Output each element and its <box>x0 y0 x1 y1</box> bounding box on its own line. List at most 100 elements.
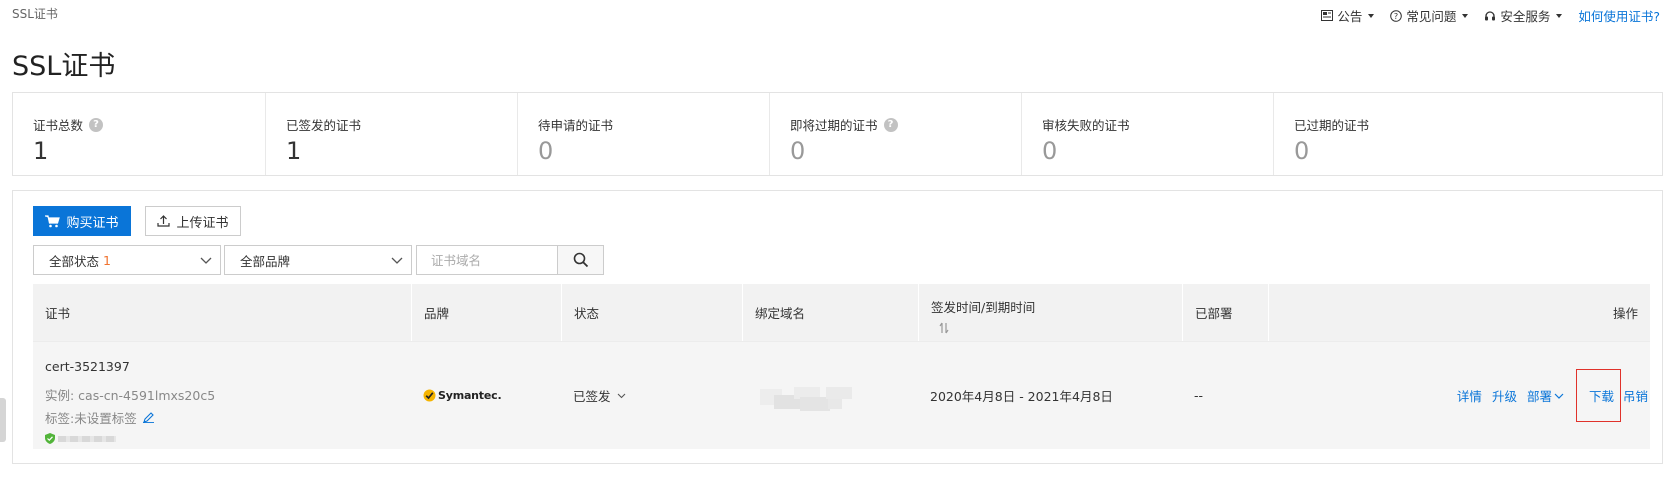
stat-label-text: 证书总数 <box>33 118 84 133</box>
table-header: 证书 品牌 状态 绑定域名 签发时间/到期时间 已部署 操作 <box>33 284 1650 341</box>
col-actions: 操作 <box>1268 284 1650 341</box>
edit-icon[interactable] <box>142 412 154 423</box>
chevron-down-icon <box>1462 13 1469 18</box>
stat-label: 证书总数 ? <box>33 115 265 134</box>
page-title: SSL证书 <box>12 51 116 82</box>
stat-label: 即将过期的证书 ? <box>790 115 1021 134</box>
brand-cell: Symantec. <box>411 342 561 449</box>
stat-value[interactable]: 0 <box>538 137 769 165</box>
search-icon <box>573 252 589 268</box>
deploy-label: 部署 <box>1526 389 1552 404</box>
brand-logo: Symantec. <box>423 389 502 402</box>
breadcrumb: SSL证书 <box>12 7 58 21</box>
cert-name: cert-3521397 <box>45 359 130 374</box>
svg-text:?: ? <box>1394 12 1398 21</box>
certificate-panel: 购买证书 上传证书 全部状态 1 全部品牌 证书 品牌 状态 绑定域名 签 <box>12 190 1663 464</box>
actions-cell: 详情 升级 部署 下载 吊销 <box>1268 342 1650 449</box>
status-dropdown[interactable]: 已签发 <box>573 386 626 405</box>
security-menu[interactable]: 安全服务 <box>1484 6 1563 25</box>
blurred-domain <box>754 381 854 411</box>
top-links: 公告 ? 常见问题 安全服务 如何使用证书? <box>1321 6 1660 25</box>
stat-label: 待申请的证书 <box>538 115 769 134</box>
chevron-down-icon <box>1554 392 1564 400</box>
stat-expired: 已过期的证书 0 <box>1273 93 1525 175</box>
deployed-cell: -- <box>1194 388 1204 403</box>
details-link[interactable]: 详情 <box>1457 386 1482 405</box>
brand-filter-select[interactable]: 全部品牌 <box>224 245 412 275</box>
col-brand: 品牌 <box>411 284 561 341</box>
stat-expiring: 即将过期的证书 ? 0 <box>769 93 1021 175</box>
announcement-label: 公告 <box>1337 9 1363 24</box>
stat-label: 已签发的证书 <box>286 115 517 134</box>
symantec-check-icon <box>423 389 436 402</box>
stat-value[interactable]: 1 <box>286 137 517 165</box>
col-dates-label: 签发时间/到期时间 <box>931 300 1036 315</box>
chevron-down-icon <box>1368 13 1375 18</box>
col-certificate: 证书 <box>45 306 71 321</box>
question-circle-icon: ? <box>1390 9 1403 22</box>
download-link[interactable]: 下载 <box>1589 389 1614 404</box>
cert-instance: 实例: cas-cn-4591lmxs20c5 <box>45 388 216 403</box>
stat-value[interactable]: 0 <box>790 137 1021 165</box>
headset-icon <box>1484 10 1496 22</box>
brand-filter-label: 全部品牌 <box>240 253 291 269</box>
table-row: cert-3521397 实例: cas-cn-4591lmxs20c5 标签:… <box>33 341 1650 449</box>
status-filter-label: 全部状态 <box>49 253 100 269</box>
help-icon[interactable]: ? <box>883 117 898 132</box>
upload-icon <box>157 215 171 227</box>
domain-search-input[interactable] <box>416 245 558 275</box>
col-status: 状态 <box>561 284 742 341</box>
status-text: 已签发 <box>573 389 611 404</box>
side-collapse-handle[interactable] <box>0 398 6 442</box>
help-icon[interactable]: ? <box>89 117 104 132</box>
announcement-menu[interactable]: 公告 <box>1321 6 1375 25</box>
faq-menu[interactable]: ? 常见问题 <box>1390 6 1469 25</box>
deploy-dropdown[interactable]: 部署 <box>1527 386 1564 405</box>
status-filter-count: 1 <box>103 252 111 268</box>
stat-label: 已过期的证书 <box>1294 115 1525 134</box>
chevron-down-icon <box>200 254 212 269</box>
upgrade-link[interactable]: 升级 <box>1492 386 1517 405</box>
stat-value[interactable]: 0 <box>1042 137 1273 165</box>
blurred-info <box>58 435 116 442</box>
domain-cell <box>742 342 918 449</box>
chevron-down-icon <box>617 391 626 400</box>
cert-tag: 标签:未设置标签 <box>45 411 137 426</box>
download-highlight: 下载 <box>1575 369 1621 422</box>
stat-label-text: 待申请的证书 <box>538 118 614 133</box>
stat-label-text: 已签发的证书 <box>286 118 362 133</box>
col-domain: 绑定域名 <box>742 284 918 341</box>
sort-icon[interactable] <box>939 322 949 337</box>
col-dates[interactable]: 签发时间/到期时间 <box>918 284 1182 341</box>
shield-check-icon <box>45 433 55 444</box>
stat-label: 审核失败的证书 <box>1042 115 1273 134</box>
stats-bar: 证书总数 ? 1 已签发的证书 1 待申请的证书 0 即将过期的证书 ? 0 审… <box>12 92 1663 176</box>
revoke-link[interactable]: 吊销 <box>1623 386 1648 405</box>
stat-pending: 待申请的证书 0 <box>517 93 769 175</box>
stat-label-text: 即将过期的证书 <box>790 118 878 133</box>
status-filter-select[interactable]: 全部状态 1 <box>33 245 221 275</box>
chevron-down-icon <box>1556 13 1563 18</box>
chevron-down-icon <box>391 254 403 269</box>
stat-value[interactable]: 1 <box>33 137 265 165</box>
faq-label: 常见问题 <box>1406 9 1457 24</box>
buy-certificate-button[interactable]: 购买证书 <box>33 206 131 236</box>
brand-name: Symantec. <box>438 389 502 402</box>
upload-certificate-button[interactable]: 上传证书 <box>145 206 241 236</box>
stat-label-text: 审核失败的证书 <box>1042 118 1130 133</box>
stat-issued: 已签发的证书 1 <box>265 93 517 175</box>
announcement-icon <box>1321 10 1334 21</box>
stat-failed: 审核失败的证书 0 <box>1021 93 1273 175</box>
dates-cell: 2020年4月8日 - 2021年4月8日 <box>930 389 1113 404</box>
search-button[interactable] <box>557 245 604 275</box>
help-link[interactable]: 如何使用证书? <box>1578 6 1660 25</box>
col-deployed: 已部署 <box>1182 284 1268 341</box>
stat-total: 证书总数 ? 1 <box>13 93 265 175</box>
cert-tag-row: 标签:未设置标签 <box>45 408 154 427</box>
upload-certificate-label: 上传证书 <box>176 215 229 231</box>
stat-value[interactable]: 0 <box>1294 137 1525 165</box>
stat-label-text: 已过期的证书 <box>1294 118 1370 133</box>
security-label: 安全服务 <box>1500 9 1551 24</box>
cart-icon <box>45 214 61 228</box>
certificate-table: 证书 品牌 状态 绑定域名 签发时间/到期时间 已部署 操作 cert-3521… <box>33 284 1650 449</box>
